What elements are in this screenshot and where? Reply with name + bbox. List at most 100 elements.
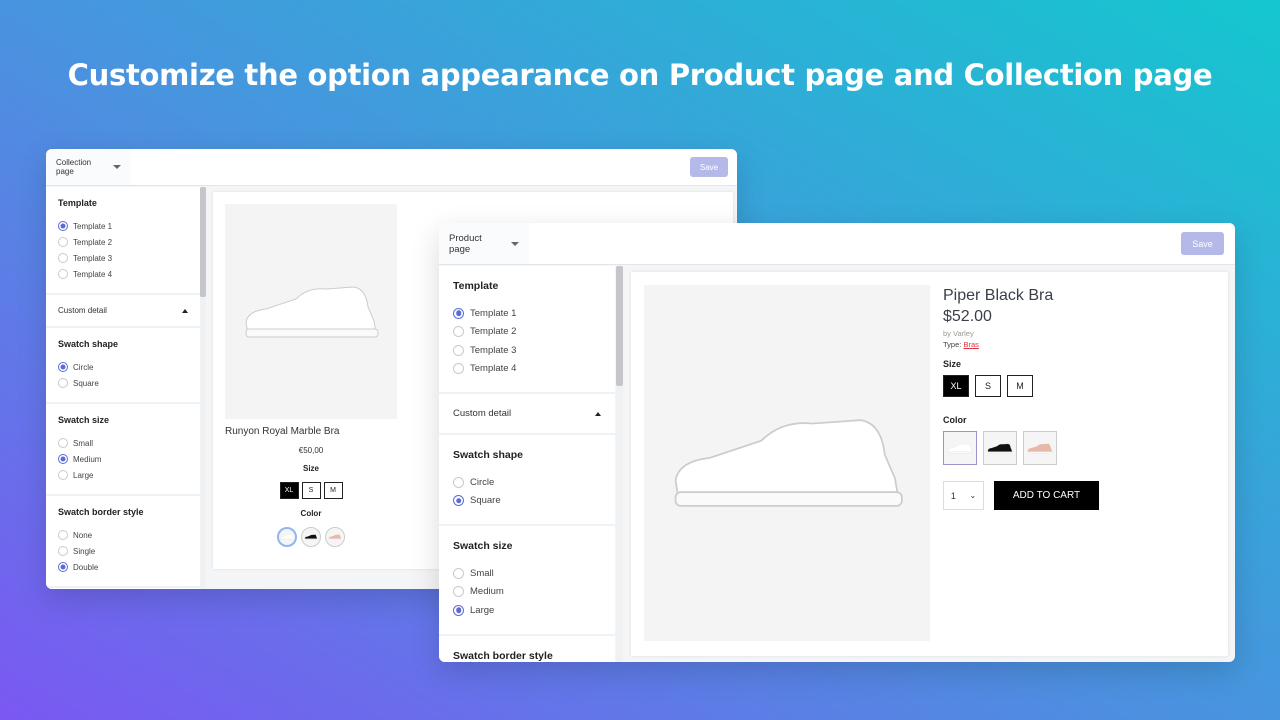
preview-canvas: Piper Black Bra $52.00 by Varley Type: B… xyxy=(631,272,1228,656)
radio-template-1[interactable]: Template 1 xyxy=(453,304,601,323)
size-option-m[interactable]: M xyxy=(1007,375,1033,397)
radio-circle xyxy=(58,438,68,448)
radio-circle xyxy=(453,307,464,319)
color-swatch[interactable] xyxy=(1023,431,1057,465)
swatch-size-title: Swatch size xyxy=(453,540,513,552)
radio-small[interactable]: Small xyxy=(58,435,188,451)
radio-label: Double xyxy=(73,562,99,572)
radio-template-3[interactable]: Template 3 xyxy=(58,250,188,266)
size-option-xl[interactable]: XL xyxy=(279,482,299,499)
scrollbar[interactable] xyxy=(616,266,623,662)
shoe-thumbnail xyxy=(987,443,1013,453)
radio-label: Circle xyxy=(470,476,495,488)
swatch-size-section: Swatch size Small Medium Large xyxy=(46,404,200,496)
radio-circle xyxy=(453,363,464,375)
size-option-s[interactable]: S xyxy=(975,375,1001,397)
radio-label: Large xyxy=(73,470,94,480)
radio-large[interactable]: Large xyxy=(453,601,601,620)
scrollbar[interactable] xyxy=(200,187,206,589)
radio-template-4[interactable]: Template 4 xyxy=(453,360,601,379)
product-price: $52.00 xyxy=(943,308,992,325)
radio-circle[interactable]: Circle xyxy=(58,359,188,375)
template-section: Template Template 1 Template 2 Template 3 Te… xyxy=(439,266,615,394)
quantity-select[interactable]: 1 ⌄ xyxy=(943,481,984,510)
product-name[interactable]: Runyon Royal Marble Bra xyxy=(225,426,340,437)
radio-template-4[interactable]: Template 4 xyxy=(58,266,188,282)
settings-sidebar: Template Template 1 Template 2 Template 3 Te… xyxy=(46,187,200,589)
product-image xyxy=(225,204,397,419)
product-image xyxy=(644,285,930,641)
swatch-border-section: Swatch border style xyxy=(439,636,615,663)
save-button[interactable]: Save xyxy=(1181,232,1224,255)
radio-medium[interactable]: Medium xyxy=(453,583,601,602)
radio-label: Single xyxy=(73,546,96,556)
radio-double[interactable]: Double xyxy=(58,559,188,575)
radio-none[interactable]: None xyxy=(58,527,188,543)
radio-large[interactable]: Large xyxy=(58,467,188,483)
page-select[interactable]: Collection page xyxy=(46,149,131,185)
page-select[interactable]: Product page xyxy=(439,223,529,264)
swatch-border-title: Swatch border style xyxy=(453,649,553,662)
caret-up-icon xyxy=(182,308,188,313)
radio-label: Template 1 xyxy=(470,307,517,319)
color-swatch[interactable] xyxy=(301,527,321,547)
radio-circle[interactable]: Circle xyxy=(453,473,601,492)
radio-circle xyxy=(453,586,464,598)
radio-square[interactable]: Square xyxy=(453,492,601,511)
radio-label: Template 4 xyxy=(73,269,113,279)
shoe-thumbnail xyxy=(328,534,342,540)
color-swatch[interactable] xyxy=(983,431,1017,465)
radio-circle xyxy=(453,567,464,579)
shoe-thumbnail xyxy=(947,443,973,453)
size-label: Size xyxy=(302,464,319,473)
radio-circle xyxy=(58,546,68,556)
radio-template-1[interactable]: Template 1 xyxy=(58,218,188,234)
add-to-cart-button[interactable]: ADD TO CART xyxy=(994,481,1099,510)
radio-label: Template 2 xyxy=(470,326,517,338)
radio-label: Circle xyxy=(73,362,94,372)
radio-circle xyxy=(58,530,68,540)
radio-circle xyxy=(453,604,464,616)
radio-template-3[interactable]: Template 3 xyxy=(453,341,601,360)
color-swatch[interactable] xyxy=(277,527,297,547)
size-option-s[interactable]: S xyxy=(301,482,321,499)
color-label: Color xyxy=(300,509,322,518)
size-option-m[interactable]: M xyxy=(323,482,343,499)
caret-down-icon xyxy=(113,165,121,169)
template-section: Template Template 1 Template 2 Template 3 Te… xyxy=(46,187,200,295)
radio-label: Medium xyxy=(470,586,504,598)
product-name: Piper Black Bra xyxy=(943,287,1054,304)
radio-label: Template 1 xyxy=(73,221,113,231)
color-swatch[interactable] xyxy=(943,431,977,465)
chevron-down-icon: ⌄ xyxy=(969,491,977,500)
custom-detail-toggle[interactable]: Custom detail xyxy=(46,295,200,328)
radio-template-2[interactable]: Template 2 xyxy=(58,234,188,250)
swatch-border-section: Swatch border style None Single Double xyxy=(46,496,200,588)
radio-circle xyxy=(453,495,464,507)
radio-label: Small xyxy=(73,438,94,448)
custom-detail-toggle[interactable]: Custom detail xyxy=(439,394,615,435)
shoe-image xyxy=(674,419,903,507)
swatch-size-title: Swatch size xyxy=(58,415,110,425)
radio-label: Template 3 xyxy=(73,253,113,263)
color-swatch[interactable] xyxy=(325,527,345,547)
radio-template-2[interactable]: Template 2 xyxy=(453,323,601,342)
radio-circle xyxy=(58,269,68,279)
type-link[interactable]: Bras xyxy=(963,340,978,349)
radio-circle xyxy=(58,221,68,231)
radio-single[interactable]: Single xyxy=(58,543,188,559)
swatch-size-section: Swatch size Small Medium Large xyxy=(439,526,615,636)
save-button[interactable]: Save xyxy=(690,157,728,177)
radio-label: None xyxy=(73,530,93,540)
template-title: Template xyxy=(453,280,499,292)
size-option-xl[interactable]: XL xyxy=(943,375,969,397)
caret-down-icon xyxy=(511,241,519,246)
swatch-border-title: Swatch border style xyxy=(58,507,144,517)
type-label: Type: xyxy=(943,340,962,349)
radio-medium[interactable]: Medium xyxy=(58,451,188,467)
radio-label: Template 3 xyxy=(470,344,517,356)
radio-square[interactable]: Square xyxy=(58,375,188,391)
radio-label: Large xyxy=(470,604,495,616)
swatch-shape-section: Swatch shape Circle Square xyxy=(46,328,200,404)
radio-small[interactable]: Small xyxy=(453,564,601,583)
